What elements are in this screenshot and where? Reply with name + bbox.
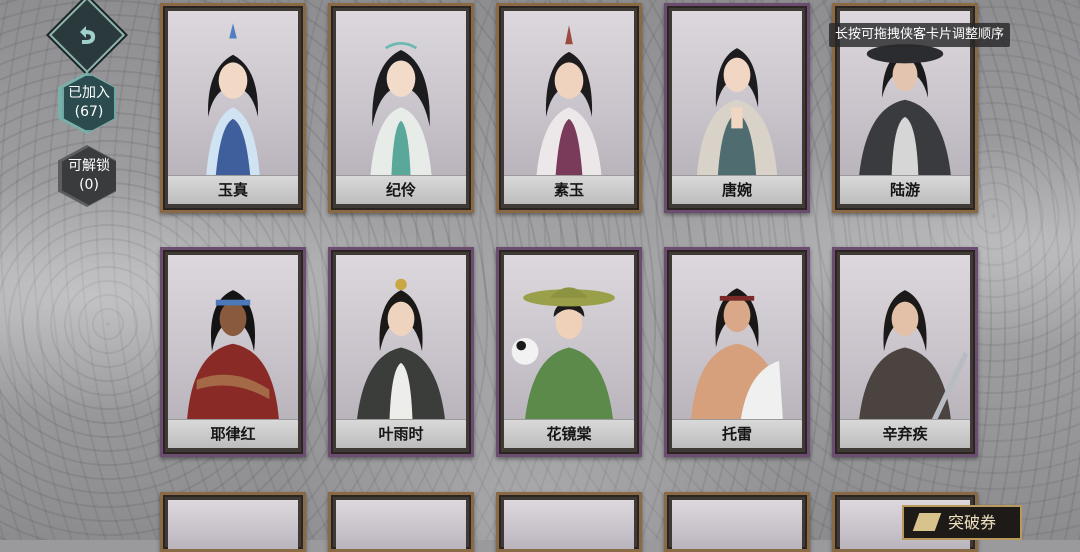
hero-card[interactable]: 辛弃疾 bbox=[832, 247, 978, 457]
hero-name: 花镜棠 bbox=[504, 419, 634, 448]
hero-figure-icon bbox=[536, 25, 602, 176]
hero-card[interactable] bbox=[664, 492, 810, 552]
hero-portrait bbox=[336, 255, 466, 420]
hero-card[interactable]: 纪伶 bbox=[328, 3, 474, 213]
tab-unlockable-count: (0) bbox=[79, 177, 99, 193]
hero-portrait bbox=[168, 255, 298, 420]
hero-name: 耶律红 bbox=[168, 419, 298, 448]
hero-card[interactable]: 唐婉 bbox=[664, 3, 810, 213]
hero-portrait bbox=[672, 255, 802, 420]
hero-card[interactable]: 耶律红 bbox=[160, 247, 306, 457]
hero-name: 托雷 bbox=[672, 419, 802, 448]
hero-card[interactable]: 花镜棠 bbox=[496, 247, 642, 457]
hero-name: 辛弃疾 bbox=[840, 419, 970, 448]
tab-joined-label: 已加入 bbox=[68, 85, 110, 101]
hero-name: 素玉 bbox=[504, 175, 634, 204]
hero-portrait bbox=[672, 11, 802, 176]
hero-figure-icon bbox=[511, 287, 615, 420]
hero-card[interactable] bbox=[496, 492, 642, 552]
hero-name: 陆游 bbox=[840, 175, 970, 204]
hero-portrait bbox=[672, 500, 802, 549]
tab-joined-count: (67) bbox=[74, 104, 104, 120]
hero-portrait bbox=[504, 500, 634, 549]
hero-name: 唐婉 bbox=[672, 175, 802, 204]
return-arrow-icon bbox=[80, 26, 96, 44]
hero-name: 纪伶 bbox=[336, 175, 466, 204]
breakthrough-ticket-button[interactable]: 突破券 bbox=[902, 505, 1022, 540]
hero-portrait bbox=[840, 255, 970, 420]
hero-card[interactable] bbox=[328, 492, 474, 552]
hero-figure-icon bbox=[206, 23, 260, 176]
hero-figure-icon bbox=[357, 278, 445, 420]
hero-portrait bbox=[336, 500, 466, 549]
hero-card[interactable]: 叶雨时 bbox=[328, 247, 474, 457]
hero-portrait bbox=[504, 11, 634, 176]
drag-hint-tooltip: 长按可拖拽侠客卡片调整顺序 bbox=[829, 23, 1011, 47]
hero-name: 玉真 bbox=[168, 175, 298, 204]
ticket-label: 突破券 bbox=[948, 513, 997, 532]
hero-portrait bbox=[168, 500, 298, 549]
hero-card[interactable]: 托雷 bbox=[664, 247, 810, 457]
hero-name: 叶雨时 bbox=[336, 419, 466, 448]
hero-figure-icon bbox=[187, 290, 279, 420]
hero-portrait bbox=[504, 255, 634, 420]
hero-card[interactable] bbox=[160, 492, 306, 552]
tab-unlockable-label: 可解锁 bbox=[68, 158, 110, 174]
hero-figure-icon bbox=[370, 41, 432, 176]
hero-figure-icon bbox=[696, 48, 778, 176]
hero-figure-icon bbox=[859, 290, 969, 420]
hero-card[interactable]: 玉真 bbox=[160, 3, 306, 213]
hero-card[interactable]: 素玉 bbox=[496, 3, 642, 213]
ticket-icon bbox=[912, 513, 942, 531]
hero-portrait bbox=[336, 11, 466, 176]
hero-portrait bbox=[168, 11, 298, 176]
hero-figure-icon bbox=[691, 288, 783, 420]
